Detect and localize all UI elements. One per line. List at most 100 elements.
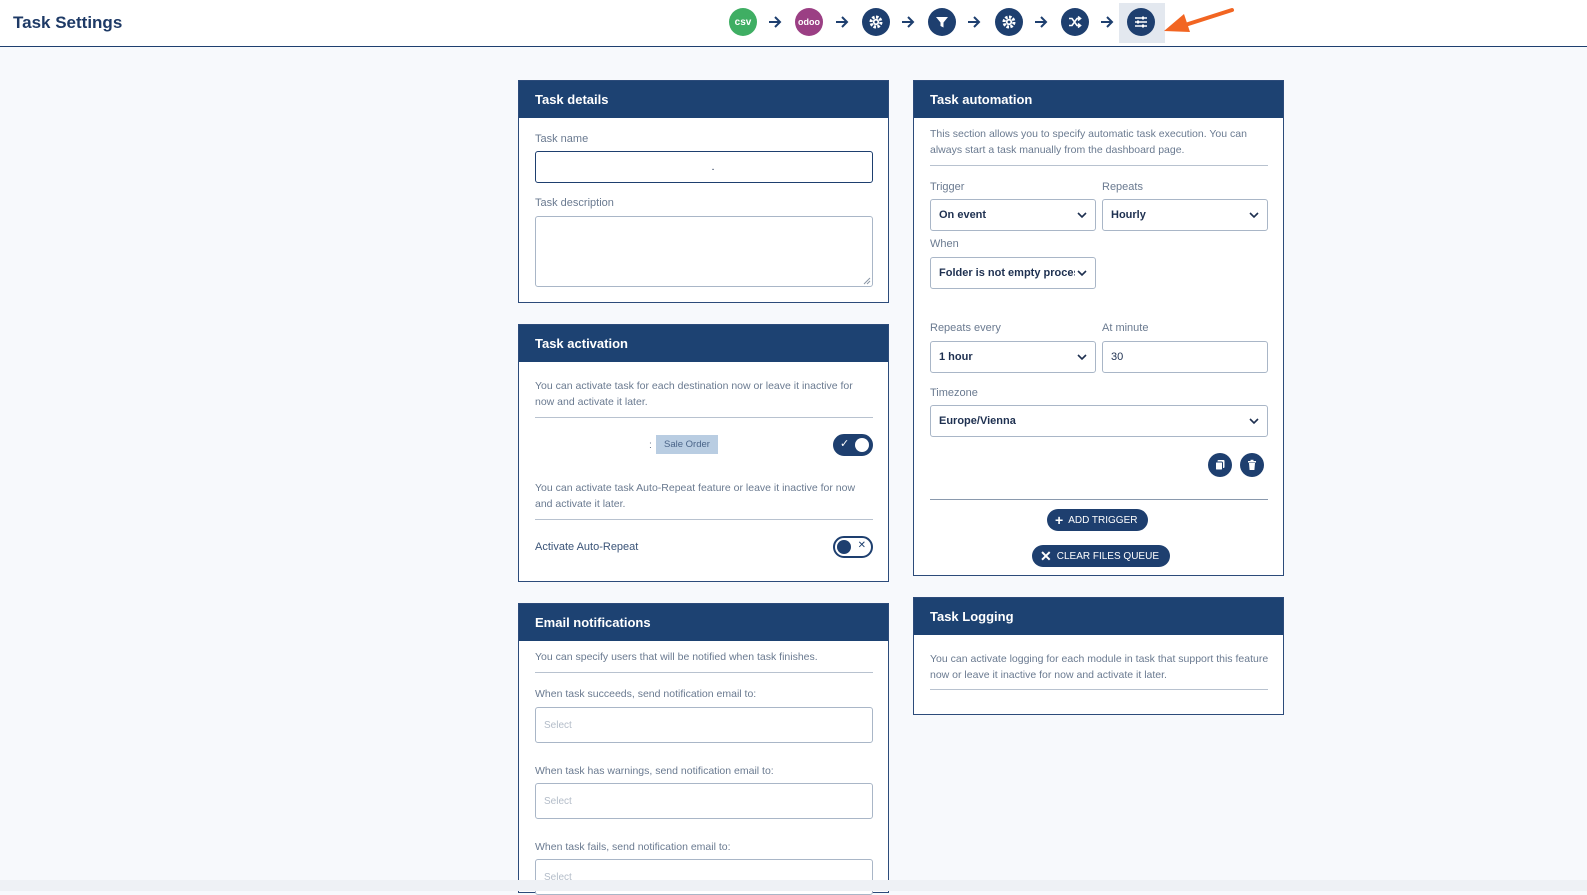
csv-step[interactable]: csv	[729, 8, 757, 36]
divider	[930, 165, 1268, 166]
timezone-value: Europe/Vienna	[939, 415, 1016, 427]
sliders-icon	[1135, 16, 1147, 28]
auto-repeat-intro: You can activate task Auto-Repeat featur…	[535, 482, 856, 510]
repeats-value: Hourly	[1111, 209, 1146, 221]
trigger-value: On event	[939, 209, 987, 221]
task-name-value: .	[711, 161, 715, 173]
task-description-label: Task description	[535, 197, 614, 209]
filter-step[interactable]	[928, 8, 956, 36]
chevron-down-icon	[1077, 269, 1087, 276]
task-logging-card: Task Logging You can activate logging fo…	[913, 597, 1284, 715]
annotation-arrow-icon	[1164, 8, 1234, 32]
toggle-knob	[837, 540, 851, 554]
shuffle-icon	[1069, 15, 1082, 29]
divider	[535, 672, 873, 673]
task-settings-step[interactable]	[1127, 8, 1155, 36]
trigger-label: Trigger	[930, 181, 965, 193]
add-trigger-label: ADD TRIGGER	[1068, 514, 1138, 526]
at-minute-value: 30	[1111, 351, 1124, 363]
copy-icon	[1215, 460, 1225, 471]
task-description-textarea[interactable]	[535, 216, 873, 287]
repeats-every-label: Repeats every	[930, 322, 1001, 334]
at-minute-input[interactable]: 30	[1102, 341, 1268, 373]
divider	[535, 519, 873, 520]
task-details-card: Task details Task name . Task descriptio…	[518, 80, 889, 303]
settings-step-2[interactable]	[995, 8, 1023, 36]
bottom-edge	[0, 880, 1587, 891]
top-bar: Task Settings csv odoo	[0, 0, 1587, 47]
divider	[930, 499, 1268, 500]
email-notifications-card: Email notifications You can specify user…	[518, 603, 889, 895]
arrow-right-icon	[902, 16, 915, 28]
page-title: Task Settings	[13, 13, 123, 32]
copy-trigger-button[interactable]	[1208, 453, 1232, 477]
task-details-title: Task details	[519, 81, 888, 118]
repeats-select[interactable]: Hourly	[1102, 199, 1268, 231]
email-notifications-title: Email notifications	[519, 604, 888, 641]
delete-trigger-button[interactable]	[1240, 453, 1264, 477]
shuffle-step[interactable]	[1061, 8, 1089, 36]
repeats-label: Repeats	[1102, 181, 1143, 193]
divider	[930, 689, 1268, 690]
success-select[interactable]: Select	[535, 707, 873, 743]
csv-badge-label: csv	[734, 16, 752, 28]
arrow-right-icon	[1035, 16, 1048, 28]
arrow-right-icon	[836, 16, 849, 28]
task-name-input[interactable]: .	[535, 151, 873, 183]
odoo-step[interactable]: odoo	[795, 8, 823, 36]
task-logging-intro: You can activate logging for each module…	[930, 653, 1269, 681]
add-trigger-button[interactable]: + ADD TRIGGER	[1047, 509, 1149, 531]
warnings-select-placeholder: Select	[544, 795, 572, 807]
filter-icon	[936, 17, 948, 28]
toggle-knob	[855, 438, 869, 452]
fails-label: When task fails, send notification email…	[535, 841, 731, 853]
check-icon: ✓	[840, 438, 850, 450]
resize-handle-icon[interactable]	[863, 277, 871, 285]
destination-toggle[interactable]: ✓	[833, 434, 873, 456]
timezone-select[interactable]: Europe/Vienna	[930, 405, 1268, 437]
trash-icon	[1248, 459, 1256, 470]
email-notifications-intro: You can specify users that will be notif…	[535, 651, 818, 663]
destination-tag: Sale Order	[656, 435, 718, 454]
auto-repeat-toggle[interactable]: ✕	[833, 536, 873, 558]
task-activation-card: Task activation You can activate task fo…	[518, 324, 889, 582]
at-minute-label: At minute	[1102, 322, 1149, 334]
warnings-label: When task has warnings, send notificatio…	[535, 765, 774, 777]
auto-repeat-label: Activate Auto-Repeat	[535, 541, 639, 553]
success-label: When task succeeds, send notification em…	[535, 688, 757, 700]
timezone-label: Timezone	[930, 387, 978, 399]
when-value: Folder is not empty process all files	[939, 267, 1075, 279]
warnings-select[interactable]: Select	[535, 783, 873, 819]
task-logging-title: Task Logging	[914, 598, 1283, 635]
task-name-label: Task name	[535, 133, 589, 145]
x-icon: ✕	[857, 540, 866, 551]
when-label: When	[930, 238, 959, 250]
task-activation-intro: You can activate task for each destinati…	[535, 380, 853, 408]
gear-icon	[1002, 15, 1016, 29]
gear-icon	[869, 15, 883, 29]
clear-files-queue-label: CLEAR FILES QUEUE	[1056, 550, 1159, 562]
clear-files-queue-button[interactable]: ✕ CLEAR FILES QUEUE	[1032, 545, 1170, 567]
settings-step-1[interactable]	[862, 8, 890, 36]
chevron-down-icon	[1249, 211, 1259, 218]
when-select[interactable]: Folder is not empty process all files	[930, 257, 1096, 289]
success-select-placeholder: Select	[544, 719, 572, 731]
close-icon: ✕	[1040, 547, 1052, 564]
destination-prefix: :	[649, 439, 652, 451]
task-automation-title: Task automation	[914, 81, 1283, 118]
chevron-down-icon	[1077, 353, 1087, 360]
chevron-down-icon	[1077, 211, 1087, 218]
divider	[535, 417, 873, 418]
chevron-down-icon	[1249, 417, 1259, 424]
repeats-every-value: 1 hour	[939, 351, 973, 363]
task-activation-title: Task activation	[519, 325, 888, 362]
trigger-select[interactable]: On event	[930, 199, 1096, 231]
task-automation-card: Task automation This section allows you …	[913, 80, 1284, 576]
arrow-right-icon	[968, 16, 981, 28]
arrow-right-icon	[769, 16, 782, 28]
plus-icon: +	[1055, 512, 1064, 528]
task-automation-intro: This section allows you to specify autom…	[930, 128, 1247, 156]
repeats-every-select[interactable]: 1 hour	[930, 341, 1096, 373]
arrow-right-icon	[1101, 16, 1114, 28]
odoo-badge-label: odoo	[798, 17, 820, 27]
